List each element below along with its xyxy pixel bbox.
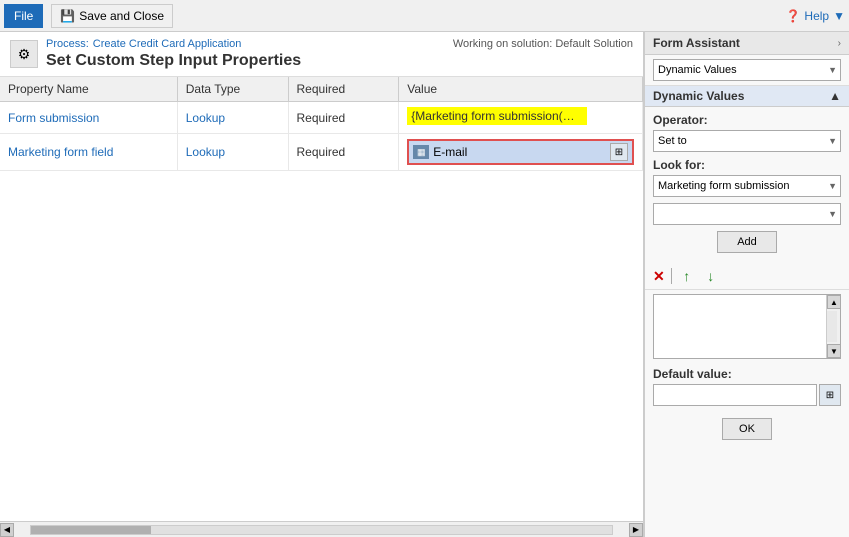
lookup-field[interactable]: ▦ E-mail ⊞: [407, 139, 634, 165]
col-header-property: Property Name: [0, 77, 177, 102]
help-icon: ❓: [785, 9, 800, 23]
form-assistant-expand-icon[interactable]: ›: [838, 38, 841, 49]
default-input-row: ⊞: [653, 384, 841, 406]
working-on-label: Working on solution: Default Solution: [453, 38, 633, 50]
value-list-area: ▲ ▼: [653, 294, 841, 359]
property-table-wrapper: Property Name Data Type Required Value F…: [0, 77, 643, 521]
toolbar: File 💾 Save and Close ❓ Help ▼: [0, 0, 849, 32]
dynamic-values-select[interactable]: Dynamic Values: [653, 59, 841, 81]
gear-icon: ⚙: [18, 46, 31, 63]
action-bar: ✕ ↑ ↓: [645, 263, 849, 290]
up-arrow-icon: ↑: [683, 268, 690, 284]
ok-button[interactable]: OK: [722, 418, 772, 440]
dynamic-values-section-label: Dynamic Values ▲: [645, 86, 849, 107]
delete-button[interactable]: ✕: [653, 268, 665, 285]
horizontal-scrollbar[interactable]: ◀ ▶: [0, 521, 643, 537]
default-value-section: Default value: ⊞: [645, 363, 849, 412]
table-row: Marketing form field Lookup Required ▦ E…: [0, 134, 643, 171]
dynamic-values-content: Operator: Set to ▼ Look for: Marketing f…: [645, 107, 849, 263]
help-link[interactable]: ❓ Help ▼: [785, 9, 845, 23]
value-scroll-up[interactable]: ▲: [827, 295, 841, 309]
table-header-row: Property Name Data Type Required Value: [0, 77, 643, 102]
value-list-scrollbar: ▲ ▼: [826, 295, 840, 358]
save-icon: 💾: [60, 9, 75, 23]
default-value-input[interactable]: [653, 384, 817, 406]
property-name-marketing-form[interactable]: Marketing form field: [0, 134, 177, 171]
help-label: Help: [804, 9, 829, 23]
scroll-right-arrow[interactable]: ▶: [629, 523, 643, 537]
help-dropdown-icon: ▼: [833, 9, 845, 23]
page-title: Set Custom Step Input Properties: [46, 52, 453, 70]
value-form-submission[interactable]: {Marketing form submission(Mark: [399, 102, 643, 134]
look-for-select[interactable]: Marketing form submission: [653, 175, 841, 197]
operator-row: Set to ▼: [653, 130, 841, 152]
main-container: ⚙ Process: Create Credit Card Applicatio…: [0, 32, 849, 537]
form-assistant-title: Form Assistant: [653, 36, 740, 50]
process-header: ⚙ Process: Create Credit Card Applicatio…: [0, 32, 643, 77]
second-select-wrap: ▼: [653, 203, 841, 225]
right-panel: Form Assistant › Dynamic Values ▼ Dynami…: [644, 32, 849, 537]
lookup-field-icon: ▦: [413, 145, 429, 159]
datatype-form-submission: Lookup: [177, 102, 288, 134]
move-up-button[interactable]: ↑: [678, 267, 696, 285]
header-text: Process: Create Credit Card Application …: [46, 38, 453, 70]
look-for-select-wrap: Marketing form submission ▼: [653, 175, 841, 197]
process-prefix: Process:: [46, 38, 89, 50]
lookup-field-text: E-mail: [433, 145, 606, 159]
value-highlight-text: {Marketing form submission(Mark: [407, 107, 587, 125]
down-arrow-icon: ↓: [707, 268, 714, 284]
dynamic-values-select-wrap: Dynamic Values ▼: [653, 59, 841, 81]
left-panel: ⚙ Process: Create Credit Card Applicatio…: [0, 32, 644, 537]
col-header-datatype: Data Type: [177, 77, 288, 102]
required-marketing-form: Required: [288, 134, 399, 171]
add-button[interactable]: Add: [717, 231, 777, 253]
scroll-thumb[interactable]: [31, 526, 151, 534]
look-for-row: Marketing form submission ▼: [653, 175, 841, 197]
default-value-label: Default value:: [653, 367, 841, 381]
look-for-label: Look for:: [653, 158, 841, 172]
property-table: Property Name Data Type Required Value F…: [0, 77, 643, 171]
dynamic-values-row: Dynamic Values ▼: [645, 55, 849, 86]
save-close-label: Save and Close: [79, 9, 164, 23]
save-close-button[interactable]: 💾 Save and Close: [51, 4, 173, 28]
value-marketing-form[interactable]: ▦ E-mail ⊞: [399, 134, 643, 171]
second-select[interactable]: [653, 203, 841, 225]
move-down-button[interactable]: ↓: [702, 267, 720, 285]
value-scroll-track: [827, 311, 837, 342]
dynamic-values-section-text: Dynamic Values: [653, 89, 744, 103]
table-row: Form submission Lookup Required {Marketi…: [0, 102, 643, 134]
value-list-content: [654, 295, 826, 358]
process-breadcrumb[interactable]: Process: Create Credit Card Application: [46, 38, 453, 50]
property-name-form-submission[interactable]: Form submission: [0, 102, 177, 134]
col-header-required: Required: [288, 77, 399, 102]
process-icon: ⚙: [10, 40, 38, 68]
value-scroll-down[interactable]: ▼: [827, 344, 841, 358]
operator-select[interactable]: Set to: [653, 130, 841, 152]
operator-label: Operator:: [653, 113, 841, 127]
lookup-browse-button[interactable]: ⊞: [610, 143, 628, 161]
scroll-track[interactable]: [30, 525, 613, 535]
scroll-left-arrow[interactable]: ◀: [0, 523, 14, 537]
col-header-value: Value: [399, 77, 643, 102]
required-form-submission: Required: [288, 102, 399, 134]
form-assistant-header: Form Assistant ›: [645, 32, 849, 55]
operator-select-wrap: Set to ▼: [653, 130, 841, 152]
second-dropdown-row: ▼: [653, 203, 841, 225]
action-divider: [671, 268, 672, 284]
dynamic-values-collapse-icon[interactable]: ▲: [829, 89, 841, 103]
file-button[interactable]: File: [4, 4, 43, 28]
process-name[interactable]: Create Credit Card Application: [93, 38, 242, 50]
default-lookup-button[interactable]: ⊞: [819, 384, 841, 406]
datatype-marketing-form: Lookup: [177, 134, 288, 171]
